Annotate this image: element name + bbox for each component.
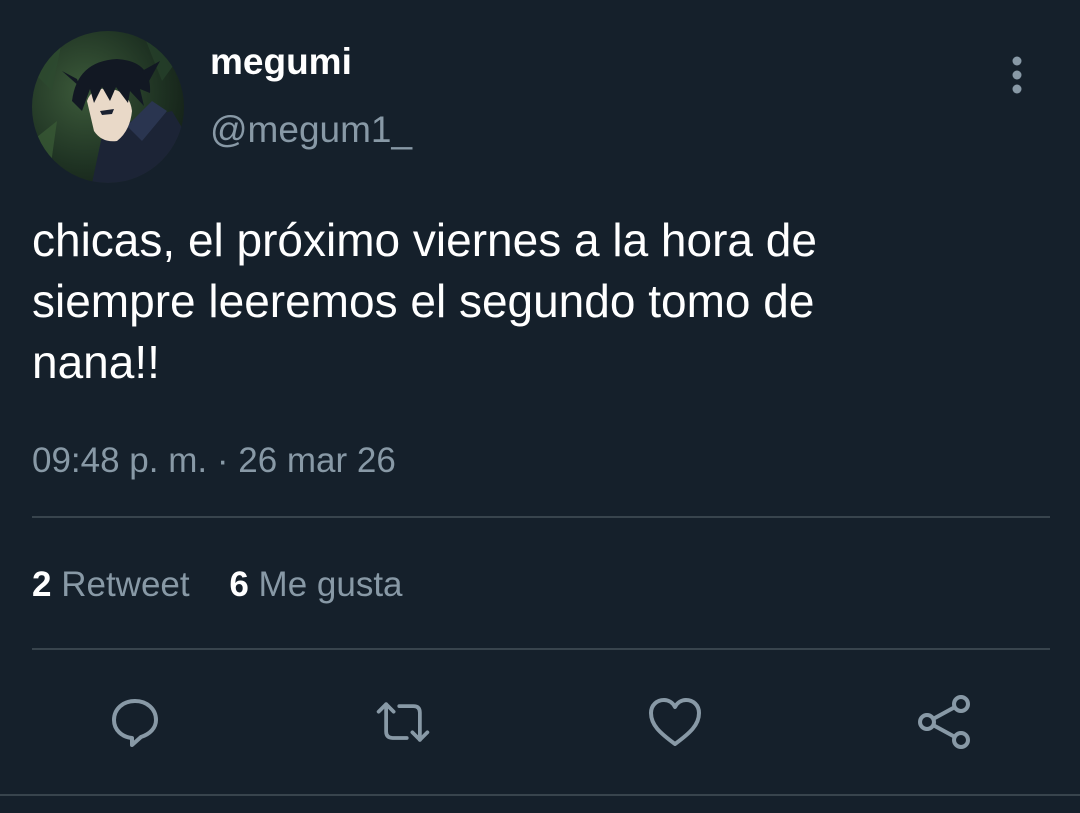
user-handle[interactable]: @megum1_: [210, 108, 412, 152]
tweet-timestamp: 09:48 p. m. · 26 mar 26: [32, 440, 396, 482]
divider: [0, 794, 1080, 796]
avatar-image: [32, 31, 184, 183]
more-options-button[interactable]: [996, 54, 1038, 96]
reply-bubble-icon: [112, 699, 158, 747]
divider: [32, 648, 1050, 650]
divider: [32, 516, 1050, 518]
reply-button[interactable]: [105, 692, 165, 752]
retweet-icon: [376, 702, 430, 742]
retweets-count: 2: [32, 565, 52, 604]
tweet-date[interactable]: 26 mar 26: [238, 441, 396, 480]
retweets-label: Retweet: [61, 565, 190, 604]
likes-stat[interactable]: 6 Me gusta: [229, 563, 402, 607]
share-icon: [918, 695, 970, 749]
meta-separator: ·: [216, 441, 229, 480]
retweet-button[interactable]: [373, 692, 433, 752]
retweets-stat[interactable]: 2 Retweet: [32, 563, 190, 607]
tweet-text: chicas, el próximo viernes a la hora de …: [32, 214, 817, 388]
tweet-detail: megumi @megum1_ chicas, el próximo viern…: [0, 0, 1080, 813]
like-button[interactable]: [645, 692, 705, 752]
likes-count: 6: [229, 565, 249, 604]
heart-icon: [649, 698, 701, 746]
display-name[interactable]: megumi: [210, 40, 352, 84]
engagement-stats: 2 Retweet 6 Me gusta: [32, 563, 403, 607]
likes-label: Me gusta: [258, 565, 403, 604]
more-vertical-icon: [1012, 56, 1022, 94]
tweet-time[interactable]: 09:48 p. m.: [32, 441, 207, 480]
avatar[interactable]: [32, 31, 184, 183]
share-button[interactable]: [914, 692, 974, 752]
